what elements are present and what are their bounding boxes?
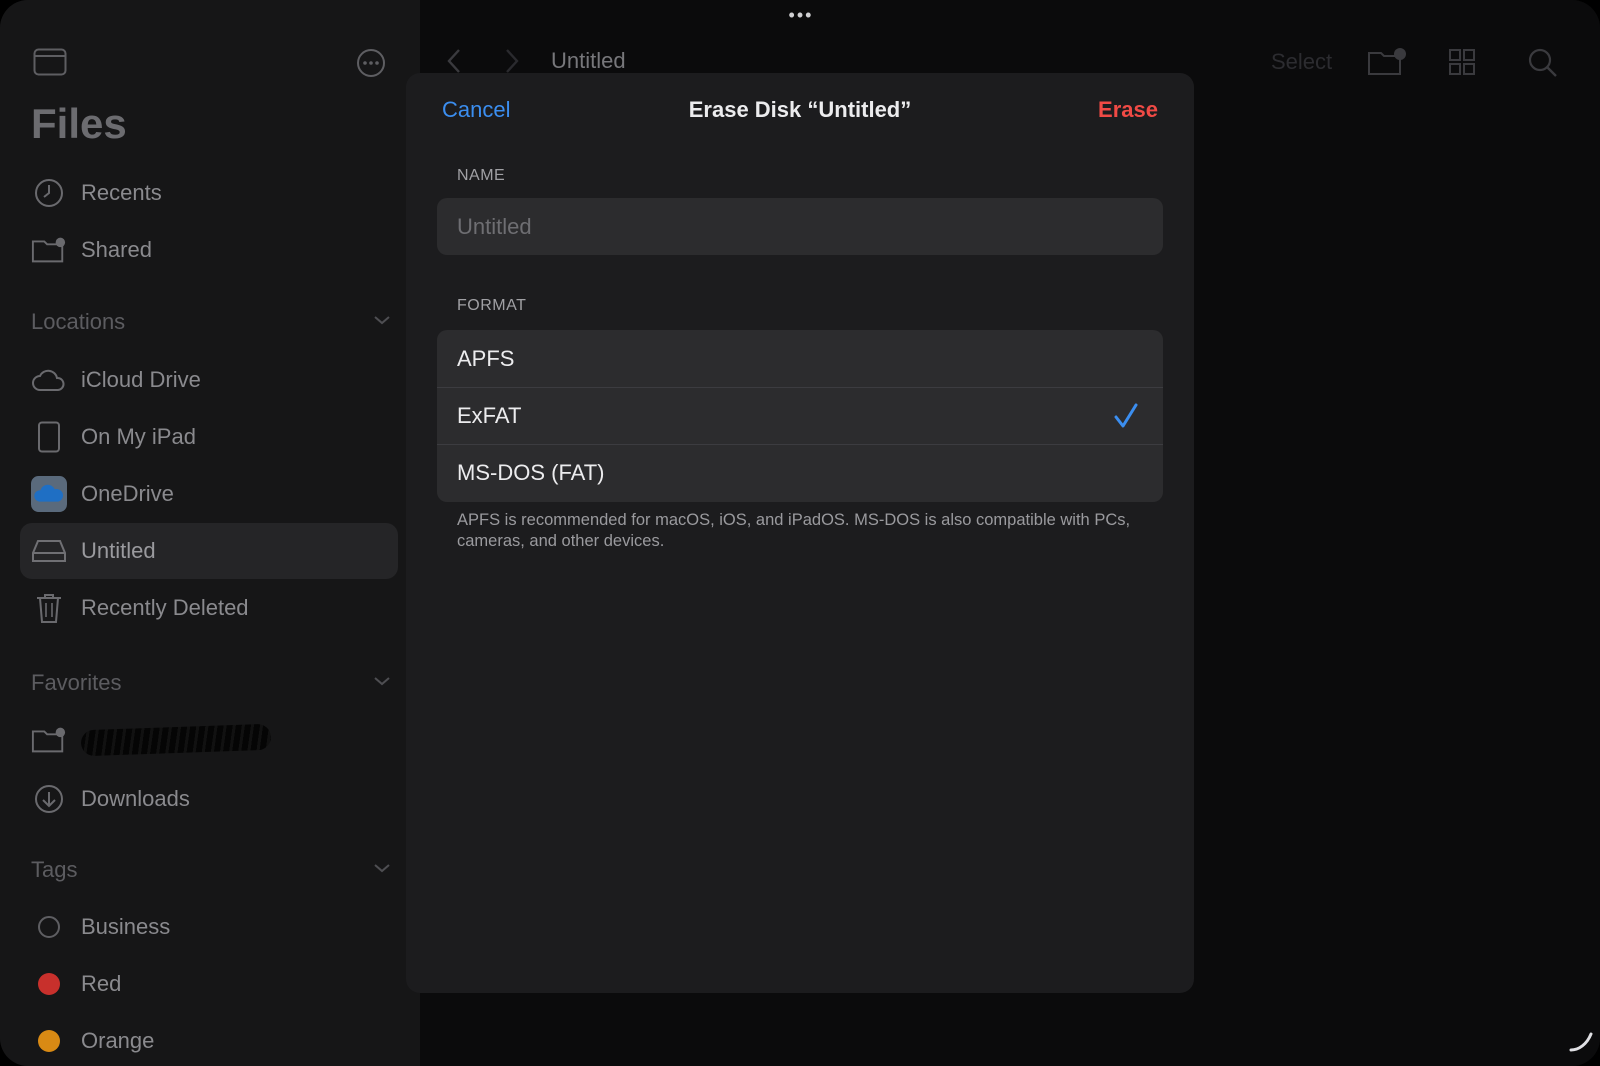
favorites-section-header[interactable]: Favorites (31, 668, 391, 698)
erase-button[interactable]: Erase (1098, 97, 1158, 123)
new-folder-icon[interactable] (1367, 46, 1407, 84)
tag-orange-dot-icon (38, 1030, 60, 1052)
format-footnote: APFS is recommended for macOS, iOS, and … (457, 511, 1131, 550)
tag-dot-container (31, 1023, 67, 1059)
cloud-icon (31, 362, 67, 398)
dialog-header: Cancel Erase Disk “Untitled” Erase (406, 73, 1194, 143)
sidebar-item-label: Orange (81, 1028, 155, 1053)
corner-stylus-icon (1568, 1031, 1594, 1058)
sidebar-item-tag-business[interactable]: Business (20, 899, 398, 955)
tag-empty-circle-icon (38, 916, 60, 938)
search-icon[interactable] (1528, 48, 1558, 84)
format-section-label: FORMAT (457, 297, 527, 314)
sidebar-item-redacted-favorite[interactable] (20, 712, 398, 768)
sidebar-item-recents[interactable]: Recents (20, 165, 398, 221)
sidebar-item-recently-deleted[interactable]: Recently Deleted (20, 580, 398, 636)
onedrive-icon (31, 476, 67, 512)
chevron-down-icon (373, 313, 391, 331)
sidebar-item-label: Recents (81, 180, 162, 205)
sidebar-item-label: Business (81, 914, 171, 939)
download-circle-icon (31, 781, 67, 817)
format-option-msdos[interactable]: MS-DOS (FAT) (437, 444, 1163, 501)
sidebar-item-on-my-ipad[interactable]: On My iPad (20, 409, 398, 465)
format-list: APFS ExFAT MS-DOS (FAT) (437, 330, 1163, 502)
more-options-icon[interactable] (356, 48, 386, 83)
select-button[interactable]: Select (1271, 49, 1332, 75)
sidebar-item-label: Recently Deleted (81, 595, 249, 620)
dialog-title: Erase Disk “Untitled” (688, 97, 912, 122)
sidebar-item-label: Downloads (81, 786, 190, 811)
screen: Files Recents Shared Locations iCloud Dr… (0, 0, 1600, 1066)
toolbar-title: Untitled (551, 48, 626, 73)
checkmark-icon (1113, 401, 1139, 437)
section-title: Tags (31, 857, 78, 882)
sidebar-item-label: On My iPad (81, 424, 196, 449)
tag-red-dot-icon (38, 973, 60, 995)
sidebar-toggle-icon[interactable] (33, 48, 67, 81)
sidebar-item-label: Shared (81, 237, 152, 262)
sidebar-item-icloud-drive[interactable]: iCloud Drive (20, 352, 398, 408)
name-section-label: NAME (457, 167, 506, 184)
erase-disk-dialog: Cancel Erase Disk “Untitled” Erase NAME … (406, 73, 1194, 993)
sidebar-item-label: Red (81, 971, 122, 996)
format-option-apfs[interactable]: APFS (437, 330, 1163, 387)
trash-icon (31, 590, 67, 626)
grid-view-icon[interactable] (1448, 48, 1476, 82)
sidebar: Files Recents Shared Locations iCloud Dr… (0, 0, 420, 1066)
sidebar-item-tag-orange[interactable]: Orange (20, 1013, 398, 1066)
sidebar-item-onedrive[interactable]: OneDrive (20, 466, 398, 522)
tag-dot-container (31, 966, 67, 1002)
sidebar-item-label: OneDrive (81, 481, 174, 506)
sidebar-item-label: Untitled (81, 538, 156, 563)
format-option-label: ExFAT (457, 403, 522, 428)
shared-folder-icon (31, 722, 67, 758)
chevron-down-icon (373, 674, 391, 692)
format-option-label: MS-DOS (FAT) (457, 460, 605, 485)
sidebar-title: Files (31, 100, 127, 147)
section-title: Locations (31, 309, 126, 334)
format-option-label: APFS (457, 345, 515, 371)
drive-icon (31, 533, 67, 569)
redaction-scribble (80, 723, 272, 757)
name-field[interactable] (437, 198, 1163, 255)
tag-dot-container (31, 909, 67, 945)
sidebar-item-downloads[interactable]: Downloads (20, 771, 398, 827)
shared-folder-icon (31, 232, 67, 268)
sidebar-item-untitled[interactable]: Untitled (20, 523, 398, 579)
format-option-exfat[interactable]: ExFAT (437, 387, 1163, 444)
tags-section-header[interactable]: Tags (31, 855, 391, 885)
multitasking-dots-icon[interactable]: ••• (786, 6, 816, 24)
locations-section-header[interactable]: Locations (31, 307, 391, 337)
ipad-icon (31, 419, 67, 455)
chevron-down-icon (373, 861, 391, 879)
clock-icon (31, 175, 67, 211)
sidebar-item-tag-red[interactable]: Red (20, 956, 398, 1012)
section-title: Favorites (31, 670, 122, 695)
sidebar-item-shared[interactable]: Shared (20, 222, 398, 278)
sidebar-item-label: iCloud Drive (81, 367, 201, 392)
